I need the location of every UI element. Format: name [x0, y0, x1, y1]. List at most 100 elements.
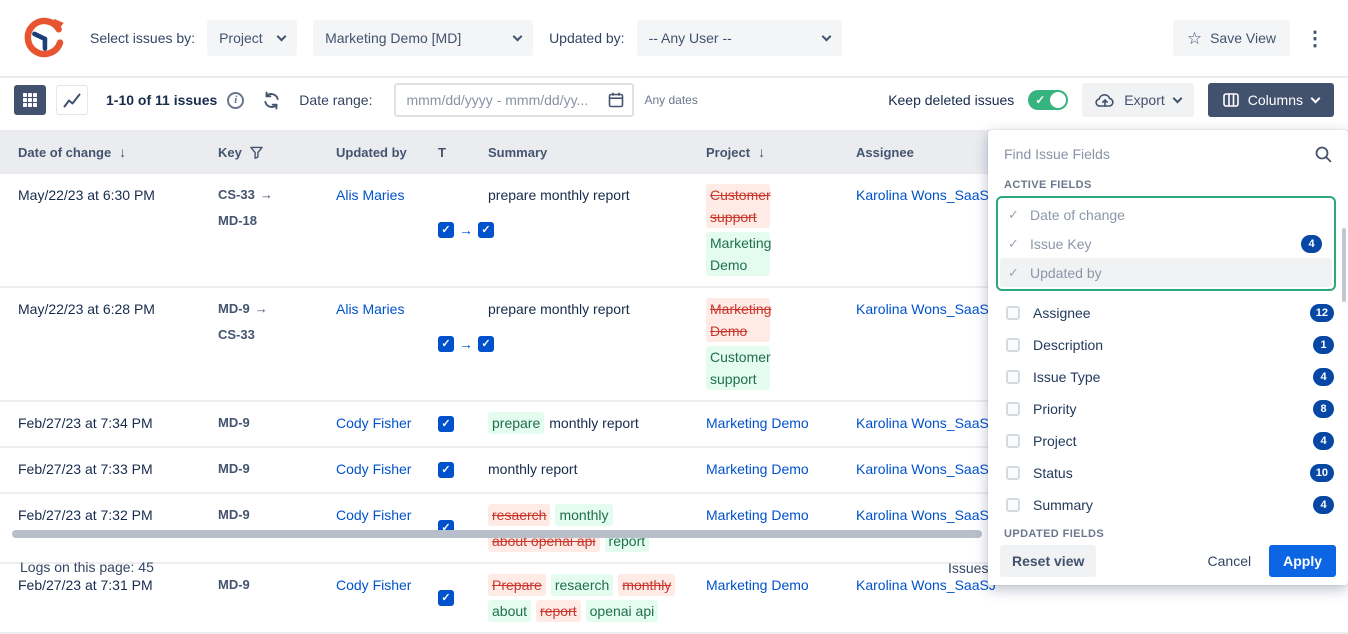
- column-header-t[interactable]: T: [430, 145, 476, 160]
- date-cell: Feb/27/23 at 7:34 PM: [0, 402, 200, 446]
- refresh-icon: [262, 91, 281, 110]
- updated-by-dropdown[interactable]: -- Any User --: [637, 20, 842, 56]
- updated-by-link[interactable]: Alis Maries: [336, 298, 404, 320]
- field-label: Description: [1033, 337, 1103, 353]
- column-header-project[interactable]: Project↓: [694, 144, 844, 160]
- field-label: Priority: [1033, 401, 1077, 417]
- info-icon[interactable]: i: [227, 92, 244, 109]
- issue-key-new: MD-18: [218, 210, 257, 232]
- calendar-icon[interactable]: [608, 92, 624, 108]
- summary-segment-added: about: [488, 600, 531, 622]
- column-header-summary[interactable]: Summary: [476, 145, 694, 160]
- project-link[interactable]: Marketing Demo: [706, 412, 809, 434]
- summary-segment-plain: monthly report: [488, 458, 577, 480]
- project-segment-removed: Customer support: [706, 184, 770, 228]
- updated-by-link[interactable]: Cody Fisher: [336, 412, 411, 434]
- updated-by-link[interactable]: Cody Fisher: [336, 458, 411, 480]
- apply-button[interactable]: Apply: [1269, 545, 1336, 577]
- columns-button[interactable]: Columns: [1208, 83, 1334, 117]
- updated-by-link[interactable]: Cody Fisher: [336, 504, 411, 526]
- chart-view-button[interactable]: [56, 85, 88, 115]
- field-item[interactable]: Description1: [988, 329, 1348, 361]
- summary-cell: preparemonthly report: [476, 402, 694, 446]
- project-cell: Customer supportMarketing Demo: [694, 174, 844, 286]
- field-item[interactable]: Assignee12: [988, 297, 1348, 329]
- field-label: Date of change: [1030, 207, 1125, 223]
- field-item[interactable]: Issue Type4: [988, 361, 1348, 393]
- cancel-button[interactable]: Cancel: [1208, 553, 1252, 569]
- summary-segment-plain: prepare monthly report: [488, 298, 630, 320]
- keep-deleted-toggle[interactable]: ✓: [1028, 90, 1068, 110]
- columns-panel: ACTIVE FIELDS ✓Date of change✓Issue Key4…: [988, 130, 1348, 585]
- summary-segment-added: openai api: [586, 600, 659, 622]
- panel-footer: Reset view Cancel Apply: [988, 537, 1348, 585]
- find-fields-input[interactable]: [1004, 146, 1306, 162]
- sort-down-icon: ↓: [119, 144, 126, 160]
- grid-view-button[interactable]: [14, 85, 46, 115]
- panel-scrollbar[interactable]: [1342, 228, 1346, 302]
- active-field-item[interactable]: ✓Issue Key4: [1000, 229, 1332, 258]
- project-segment-added: Customer support: [706, 346, 770, 390]
- field-label: Summary: [1033, 497, 1093, 513]
- active-field-item[interactable]: ✓Updated by: [1000, 258, 1332, 287]
- checkbox-checked-icon: ✓: [438, 222, 454, 238]
- date-of-change-value: May/22/23 at 6:30 PM: [18, 184, 155, 206]
- column-header-label: Key: [218, 145, 242, 160]
- columns-label: Columns: [1248, 92, 1303, 108]
- assignee-link[interactable]: Karolina Wons_SaaSJ: [856, 184, 996, 206]
- project-cell: Marketing DemoCustomer support: [694, 288, 844, 400]
- assignee-link[interactable]: Karolina Wons_SaaSJ: [856, 412, 996, 434]
- checkbox-icon: [1006, 498, 1020, 512]
- summary-segment-added: monthly: [555, 504, 612, 526]
- count-badge: 4: [1301, 235, 1322, 253]
- checkbox-checked-icon: ✓: [438, 416, 454, 432]
- project-link[interactable]: Marketing Demo: [706, 458, 809, 480]
- assignee-link[interactable]: Karolina Wons_SaaSJ: [856, 504, 996, 526]
- active-field-item[interactable]: ✓Date of change: [1000, 200, 1332, 229]
- star-icon: ☆: [1187, 30, 1202, 47]
- arrow-right-icon: →: [459, 219, 473, 241]
- find-fields-search: [988, 130, 1348, 172]
- field-item[interactable]: Priority8: [988, 393, 1348, 425]
- checkbox-icon: [1006, 466, 1020, 480]
- sort-down-icon: ↓: [758, 144, 765, 160]
- column-header-key[interactable]: Key: [200, 145, 318, 160]
- refresh-button[interactable]: [262, 91, 281, 110]
- issue-key: MD-9: [218, 298, 250, 320]
- filter-icon[interactable]: [250, 146, 263, 159]
- export-label: Export: [1124, 92, 1164, 108]
- updated-by-link[interactable]: Alis Maries: [336, 184, 404, 206]
- assignee-link[interactable]: Karolina Wons_SaaSJ: [856, 458, 996, 480]
- horizontal-scrollbar[interactable]: [12, 530, 982, 538]
- save-view-button[interactable]: ☆ Save View: [1173, 20, 1290, 56]
- chevron-down-icon: [1311, 93, 1321, 103]
- select-by-dropdown[interactable]: Project: [207, 20, 297, 56]
- date-cell: May/22/23 at 6:30 PM: [0, 174, 200, 286]
- column-header-updated-by[interactable]: Updated by: [318, 145, 430, 160]
- assignee-link[interactable]: Karolina Wons_SaaSJ: [856, 298, 996, 320]
- column-header-date-of-change[interactable]: Date of change ↓: [0, 144, 200, 160]
- column-header-label: Assignee: [856, 145, 914, 160]
- date-range-input[interactable]: [406, 92, 608, 108]
- field-item[interactable]: Project4: [988, 425, 1348, 457]
- column-header-label: Date of change: [18, 145, 111, 160]
- updated-by-value: -- Any User --: [649, 30, 732, 46]
- project-link[interactable]: Marketing Demo: [706, 504, 809, 526]
- issue-key: MD-9: [218, 412, 250, 434]
- issue-key: MD-9: [218, 458, 250, 480]
- toggle-knob: [1050, 92, 1066, 108]
- arrow-right-icon: →: [260, 184, 273, 206]
- column-header-label: Summary: [488, 145, 547, 160]
- column-header-label: Updated by: [336, 145, 407, 160]
- count-badge: 4: [1313, 496, 1334, 514]
- more-menu-button[interactable]: ⋮: [1304, 26, 1326, 51]
- reset-view-button[interactable]: Reset view: [1000, 545, 1096, 577]
- updated-fields-header: UPDATED FIELDS: [988, 521, 1348, 537]
- project-dropdown[interactable]: Marketing Demo [MD]: [313, 20, 533, 56]
- chevron-down-icon: [513, 31, 523, 41]
- export-button[interactable]: Export: [1082, 83, 1193, 117]
- issue-type-cell: ✓: [430, 402, 476, 446]
- field-item[interactable]: Status10: [988, 457, 1348, 489]
- field-item[interactable]: Summary 4: [988, 489, 1348, 521]
- date-cell: Feb/27/23 at 7:33 PM: [0, 448, 200, 492]
